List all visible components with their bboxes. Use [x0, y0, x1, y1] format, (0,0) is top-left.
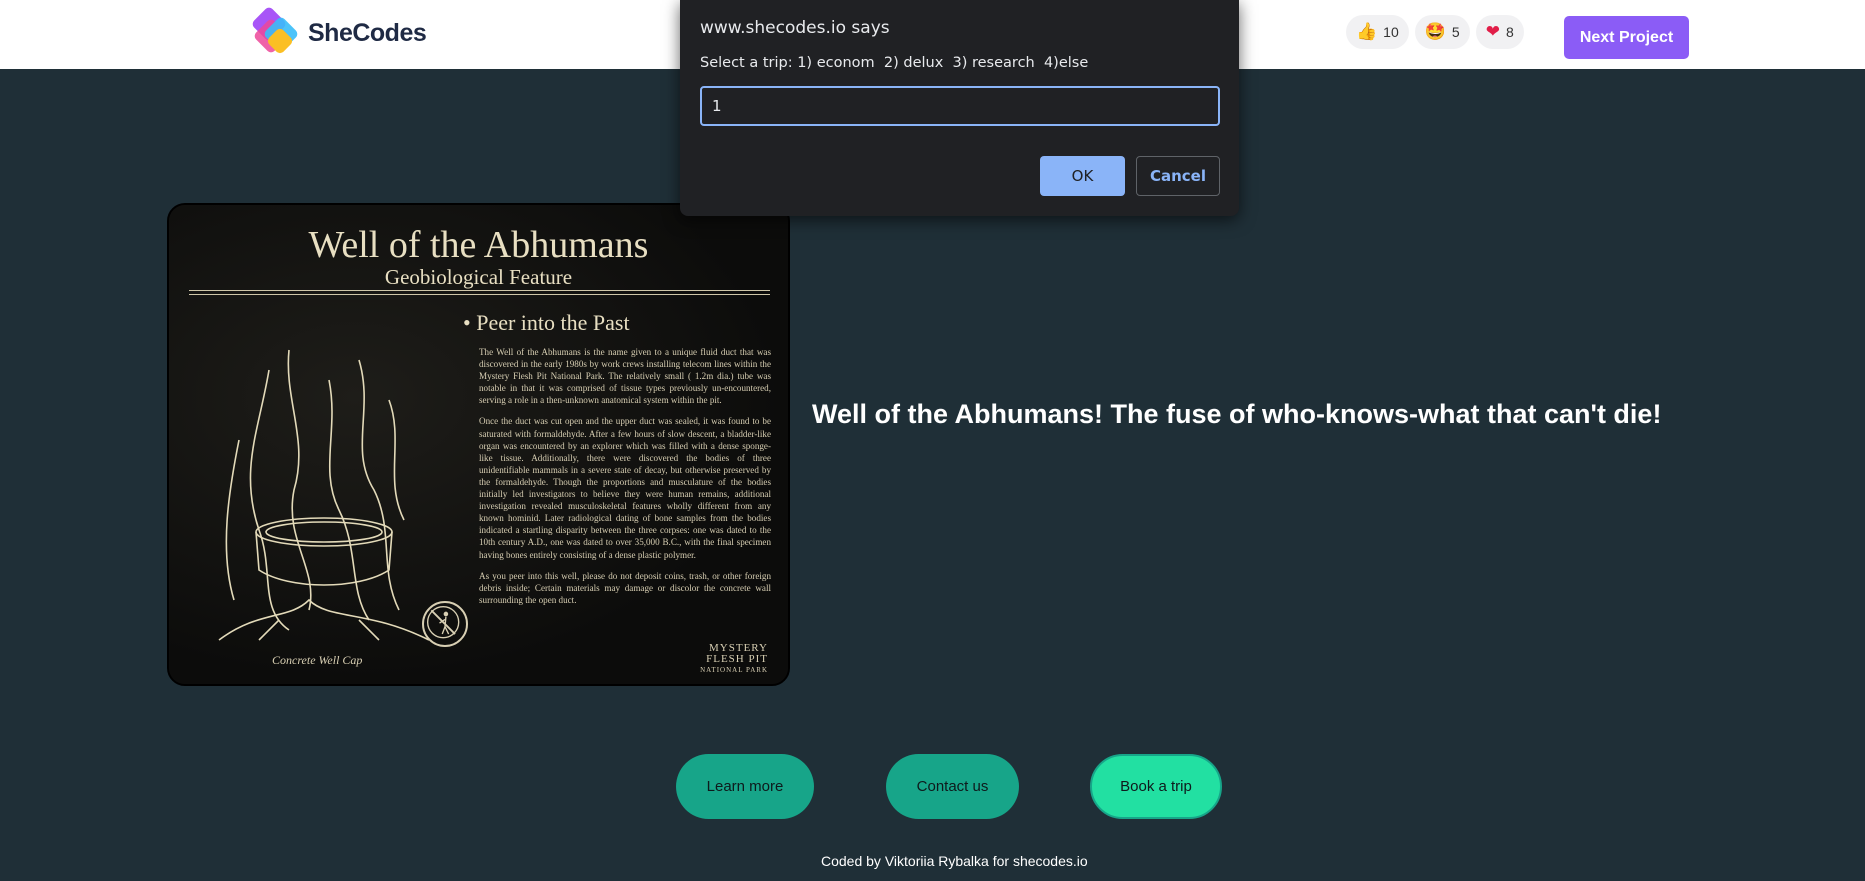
plaque-heading: • Peer into the Past — [463, 310, 630, 335]
cancel-button[interactable]: Cancel — [1136, 156, 1220, 196]
prompt-dialog: www.shecodes.io says Select a trip: 1) e… — [680, 0, 1239, 216]
plaque-brand: MYSTERY FLESH PIT NATIONAL PARK — [700, 642, 768, 675]
ok-button[interactable]: OK — [1040, 156, 1125, 196]
book-trip-button[interactable]: Book a trip — [1090, 754, 1222, 819]
dialog-message: Select a trip: 1) econom 2) delux 3) res… — [700, 55, 1089, 71]
star-struck-icon: 🤩 — [1424, 21, 1446, 42]
learn-more-button[interactable]: Learn more — [676, 754, 814, 819]
well-sketch-illustration — [218, 349, 430, 641]
plaque-paragraph: Once the duct was cut open and the upper… — [479, 416, 771, 560]
plaque-caption: Concrete Well Cap — [272, 653, 363, 667]
reaction-heart[interactable]: ❤ 8 — [1475, 15, 1524, 49]
reaction-star-struck[interactable]: 🤩 5 — [1414, 15, 1470, 49]
brand-name: SheCodes — [308, 18, 427, 47]
dialog-title: www.shecodes.io says — [700, 18, 890, 38]
reaction-count: 5 — [1451, 24, 1460, 40]
shecodes-logo-icon — [250, 5, 304, 57]
reactions-bar: 👍 10 🤩 5 ❤ 8 — [1346, 15, 1524, 49]
reaction-count: 10 — [1383, 24, 1399, 40]
plaque-paragraph: The Well of the Abhumans is the name giv… — [479, 347, 771, 406]
hero-tagline: Well of the Abhumans! The fuse of who-kn… — [812, 399, 1662, 429]
contact-us-button[interactable]: Contact us — [886, 754, 1019, 819]
reaction-count: 8 — [1505, 24, 1514, 40]
plaque-paragraph: As you peer into this well, please do no… — [479, 570, 771, 605]
next-project-button[interactable]: Next Project — [1564, 16, 1689, 59]
heart-icon: ❤ — [1485, 21, 1500, 42]
plaque-body: The Well of the Abhumans is the name giv… — [479, 346, 771, 615]
reaction-thumbs-up[interactable]: 👍 10 — [1346, 15, 1409, 49]
footer-credit: Coded by Viktoriia Rybalka for shecodes.… — [821, 853, 1088, 869]
plaque-subtitle: Geobiological Feature — [384, 265, 573, 289]
no-littering-sign-icon — [422, 601, 468, 647]
trip-choice-input[interactable] — [700, 86, 1220, 126]
plaque-title: Well of the Abhumans — [308, 224, 649, 266]
shecodes-logo[interactable]: SheCodes — [250, 5, 427, 57]
hero-image: Well of the Abhumans Geobiological Featu… — [167, 203, 790, 686]
thumbs-up-icon: 👍 — [1356, 21, 1378, 42]
